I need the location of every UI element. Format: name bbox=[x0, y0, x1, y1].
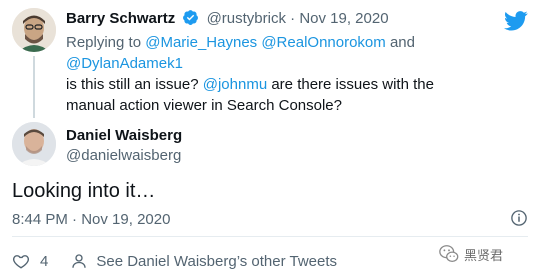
avatar-image bbox=[12, 122, 56, 166]
main-tweet-text: Looking into it… bbox=[12, 180, 156, 202]
avatar-image bbox=[12, 8, 56, 52]
watermark: 黑贤君 bbox=[438, 243, 503, 265]
thread-connector-line bbox=[33, 56, 35, 118]
embedded-tweet-card: Barry Schwartz @rustybrick · Nov 19, 202… bbox=[0, 0, 540, 274]
author-name[interactable]: Barry Schwartz bbox=[66, 10, 175, 27]
header-separator: · bbox=[290, 10, 296, 27]
mention-link[interactable]: @DylanAdamek1 bbox=[66, 55, 183, 72]
tweet-actions: 4 See Daniel Waisberg’s other Tweets bbox=[12, 252, 337, 270]
watermark-label: 黑贤君 bbox=[464, 247, 504, 263]
replying-to-prefix: Replying to bbox=[66, 34, 142, 51]
tweet-date[interactable]: Nov 19, 2020 bbox=[81, 211, 170, 228]
tweet-time[interactable]: 8:44 PM bbox=[12, 211, 68, 228]
person-icon bbox=[72, 254, 87, 268]
info-icon[interactable] bbox=[510, 209, 528, 227]
tweet-text-part: is this still an issue? bbox=[66, 76, 199, 93]
mention-link[interactable]: @RealOnnorokom bbox=[261, 34, 385, 51]
verified-badge-icon bbox=[183, 10, 199, 25]
replying-conjunction: and bbox=[389, 34, 415, 51]
mention-link[interactable]: @johnmu bbox=[203, 76, 267, 93]
parent-tweet-text: is this still an issue? @johnmu are ther… bbox=[66, 74, 486, 116]
wechat-icon bbox=[439, 245, 459, 262]
tweet-timestamp[interactable]: 8:44 PM · Nov 19, 2020 bbox=[12, 211, 170, 228]
like-count[interactable]: 4 bbox=[40, 253, 48, 270]
author-name[interactable]: Daniel Waisberg bbox=[66, 127, 182, 144]
twitter-logo-icon[interactable] bbox=[504, 11, 528, 31]
tweet-date[interactable]: Nov 19, 2020 bbox=[299, 10, 388, 27]
replying-to-line: Replying to @Marie_Haynes @RealOnnorokom… bbox=[66, 32, 486, 74]
author-handle[interactable]: @danielwaisberg bbox=[66, 147, 181, 164]
author-handle[interactable]: @rustybrick bbox=[207, 10, 286, 27]
avatar-barry-schwartz[interactable] bbox=[12, 8, 56, 52]
mention-link[interactable]: @Marie_Haynes bbox=[145, 34, 257, 51]
heart-icon[interactable] bbox=[12, 252, 30, 270]
divider bbox=[12, 236, 528, 237]
timestamp-separator: · bbox=[72, 211, 78, 228]
other-tweets-link[interactable]: See Daniel Waisberg’s other Tweets bbox=[96, 253, 337, 270]
avatar-daniel-waisberg[interactable] bbox=[12, 122, 56, 166]
parent-tweet-header: Barry Schwartz @rustybrick · Nov 19, 202… bbox=[66, 9, 389, 28]
